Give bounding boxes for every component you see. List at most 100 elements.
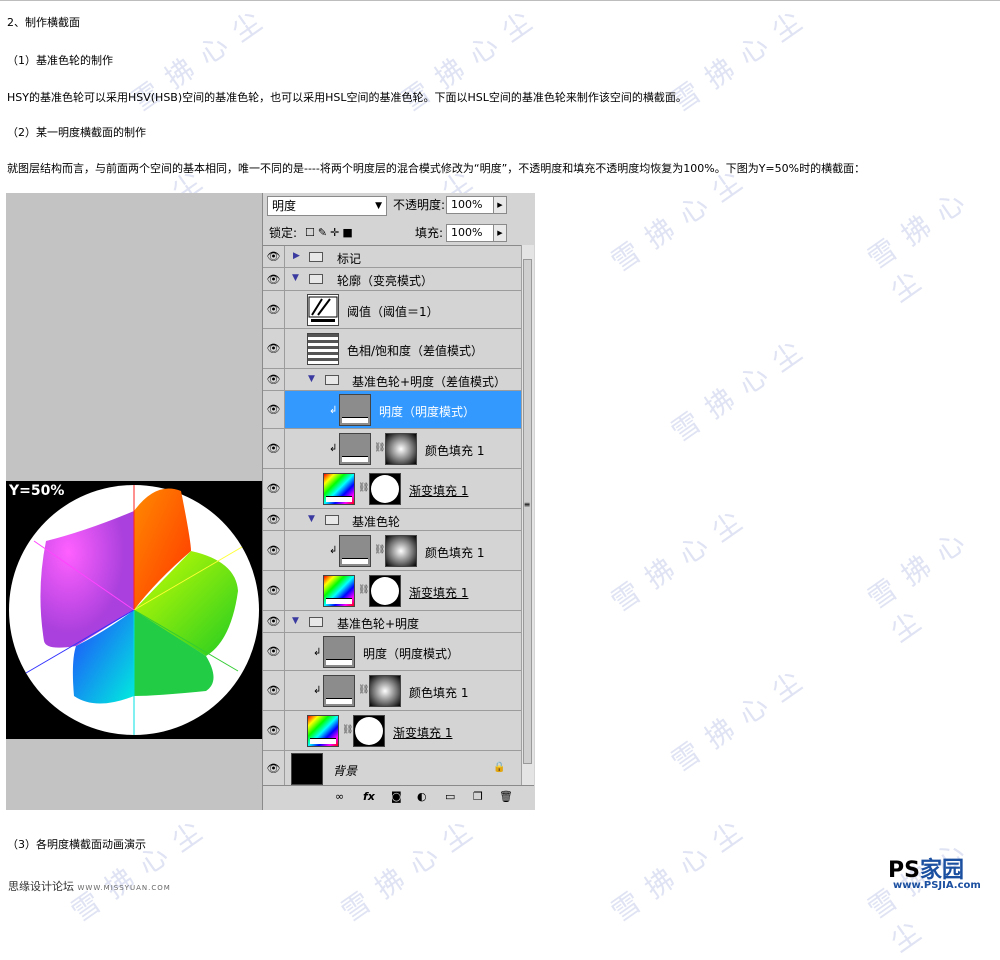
layer-name: 基准色轮+明度（差值模式） <box>352 375 507 389</box>
paragraph-1: HSY的基准色轮可以采用HSV(HSB)空间的基准色轮，也可以采用HSL空间的基… <box>7 91 687 104</box>
layers-scrollbar[interactable]: ≡ <box>521 245 534 785</box>
layer-threshold[interactable]: 👁 阈值（阈值＝1） <box>263 291 521 329</box>
lock-all-icon[interactable]: ■ <box>342 226 355 239</box>
layer-name: 渐变填充 1 <box>409 484 469 498</box>
expand-down-icon[interactable]: ▼ <box>308 374 315 384</box>
eye-icon[interactable]: 👁 <box>263 291 285 328</box>
eye-icon[interactable]: 👁 <box>263 633 285 670</box>
chevron-down-icon: ▼ <box>375 201 382 211</box>
chain-link-icon[interactable]: ⛓ <box>358 685 369 695</box>
eye-icon[interactable]: 👁 <box>263 711 285 750</box>
watermark-text: 雪 拂 心 尘 <box>665 663 810 779</box>
expand-down-icon[interactable]: ▼ <box>292 273 299 283</box>
eye-icon[interactable]: 👁 <box>263 571 285 610</box>
layer-name: 轮廓（变亮模式） <box>337 274 434 288</box>
chain-link-icon[interactable]: ⛓ <box>374 443 385 453</box>
layer-mask-thumbnail <box>385 535 417 567</box>
eye-icon[interactable]: 👁 <box>263 246 285 267</box>
layer-background[interactable]: 👁 背景 🔒 <box>263 751 521 786</box>
fill-input[interactable]: 100% <box>446 224 494 242</box>
chain-link-icon[interactable]: ⛓ <box>358 585 369 595</box>
folder-icon <box>325 375 339 385</box>
layer-style-icon[interactable]: fx <box>363 790 375 803</box>
chain-link-icon[interactable]: ⛓ <box>374 545 385 555</box>
forum-url[interactable]: WWW.MISSYUAN.COM <box>78 884 171 892</box>
layer-gradient-fill[interactable]: 👁 ⛓ 渐变填充 1 <box>263 571 521 611</box>
forum-credit: 思缘设计论坛 WWW.MISSYUAN.COM <box>8 878 171 894</box>
eye-icon[interactable]: 👁 <box>263 469 285 508</box>
eye-icon[interactable]: 👁 <box>263 509 285 530</box>
luminance-label: Y=50% <box>9 483 65 499</box>
opacity-stepper[interactable]: ▶ <box>493 196 507 214</box>
color-fill-thumbnail <box>323 675 355 707</box>
layer-hue-saturation[interactable]: 👁 色相/饱和度（差值模式） <box>263 329 521 369</box>
layer-name: 标记 <box>337 252 362 266</box>
trash-icon[interactable]: 🗑 <box>499 790 513 803</box>
layer-name: 阈值（阈值＝1） <box>347 305 439 319</box>
new-group-icon[interactable]: ▭ <box>445 790 455 803</box>
opacity-input[interactable]: 100% <box>446 196 494 214</box>
logo-url[interactable]: www.PSJIA.com <box>893 880 981 891</box>
scrollbar-thumb[interactable] <box>523 259 532 764</box>
expand-down-icon[interactable]: ▼ <box>308 514 315 524</box>
eye-icon[interactable]: 👁 <box>263 369 285 390</box>
layer-group-base-wheel-lum-diff[interactable]: 👁 ▼ 基准色轮+明度（差值模式） <box>263 369 521 391</box>
eye-icon[interactable]: 👁 <box>263 751 285 785</box>
layer-group-base-wheel-lum[interactable]: 👁 ▼ 基准色轮+明度 <box>263 611 521 633</box>
layer-name: 渐变填充 1 <box>409 586 469 600</box>
adjustment-layer-icon[interactable]: ◐ <box>417 790 427 803</box>
lock-label: 锁定: <box>269 226 298 240</box>
layers-toolbar: ∞ fx ◙ ◐ ▭ ❐ 🗑 <box>263 785 534 810</box>
expand-down-icon[interactable]: ▼ <box>292 616 299 626</box>
forum-name: 思缘设计论坛 <box>8 880 74 893</box>
layer-gradient-fill[interactable]: 👁 ⛓ 渐变填充 1 <box>263 711 521 751</box>
layer-mask-thumbnail <box>369 575 401 607</box>
eye-icon[interactable]: 👁 <box>263 611 285 632</box>
hue-saturation-thumbnail <box>307 333 339 365</box>
watermark-text: 雪 拂 心 尘 <box>605 163 750 279</box>
paragraph-2: 就图层结构而言，与前面两个空间的基本相同，唯一不同的是----将两个明度层的混合… <box>7 162 866 175</box>
color-fill-thumbnail <box>323 636 355 668</box>
threshold-adjustment-icon <box>308 296 338 322</box>
opacity-label: 不透明度: <box>393 198 446 212</box>
lock-move-icon[interactable]: ✛ <box>330 226 342 239</box>
layer-gradient-fill[interactable]: 👁 ⛓ 渐变填充 1 <box>263 469 521 509</box>
eye-icon[interactable]: 👁 <box>263 531 285 570</box>
layer-luminance[interactable]: 👁 ↲ 明度（明度模式） <box>263 633 521 671</box>
eye-icon[interactable]: 👁 <box>263 329 285 368</box>
eye-icon[interactable]: 👁 <box>263 429 285 468</box>
expand-right-icon[interactable]: ▶ <box>293 251 300 261</box>
layer-color-fill[interactable]: 👁 ↲ ⛓ 颜色填充 1 <box>263 671 521 711</box>
layer-group-markers[interactable]: 👁 ▶ 标记 <box>263 246 521 268</box>
subheading-2: （2）某一明度横截面的制作 <box>7 126 146 139</box>
new-layer-icon[interactable]: ❐ <box>473 790 483 803</box>
watermark-text: 雪 拂 心 尘 <box>605 813 750 929</box>
fill-stepper[interactable]: ▶ <box>493 224 507 242</box>
lock-transparent-icon[interactable]: ☐ <box>305 226 318 239</box>
layer-luminance-selected[interactable]: 👁 ↲ 明度（明度模式） <box>263 391 521 429</box>
layer-name: 色相/饱和度（差值模式） <box>347 344 484 358</box>
layer-group-base-wheel[interactable]: 👁 ▼ 基准色轮 <box>263 509 521 531</box>
section-heading: 2、制作横截面 <box>7 16 80 29</box>
layer-color-fill[interactable]: 👁 ↲ ⛓ 颜色填充 1 <box>263 429 521 469</box>
layer-color-fill[interactable]: 👁 ↲ ⛓ 颜色填充 1 <box>263 531 521 571</box>
lock-brush-icon[interactable]: ✎ <box>318 226 330 239</box>
link-layers-icon[interactable]: ∞ <box>335 790 344 803</box>
eye-icon[interactable]: 👁 <box>263 268 285 290</box>
add-mask-icon[interactable]: ◙ <box>391 790 402 803</box>
eye-icon[interactable]: 👁 <box>263 391 285 428</box>
layer-name: 渐变填充 1 <box>393 726 453 740</box>
clip-arrow-icon: ↲ <box>313 685 322 696</box>
layer-name: 明度（明度模式） <box>379 405 476 419</box>
blend-mode-select[interactable]: 明度 ▼ <box>267 196 387 216</box>
threshold-thumbnail <box>307 294 339 326</box>
chain-link-icon[interactable]: ⛓ <box>342 725 353 735</box>
watermark-text: 雪 拂 心 尘 <box>665 333 810 449</box>
layer-group-outline[interactable]: 👁 ▼ 轮廓（变亮模式） <box>263 268 521 291</box>
cross-section-graphic <box>9 485 259 735</box>
layer-name: 基准色轮+明度 <box>337 617 420 631</box>
chain-link-icon[interactable]: ⛓ <box>358 483 369 493</box>
lock-icons[interactable]: ☐✎✛■ <box>305 223 356 243</box>
eye-icon[interactable]: 👁 <box>263 671 285 710</box>
layer-name: 明度（明度模式） <box>363 647 460 661</box>
